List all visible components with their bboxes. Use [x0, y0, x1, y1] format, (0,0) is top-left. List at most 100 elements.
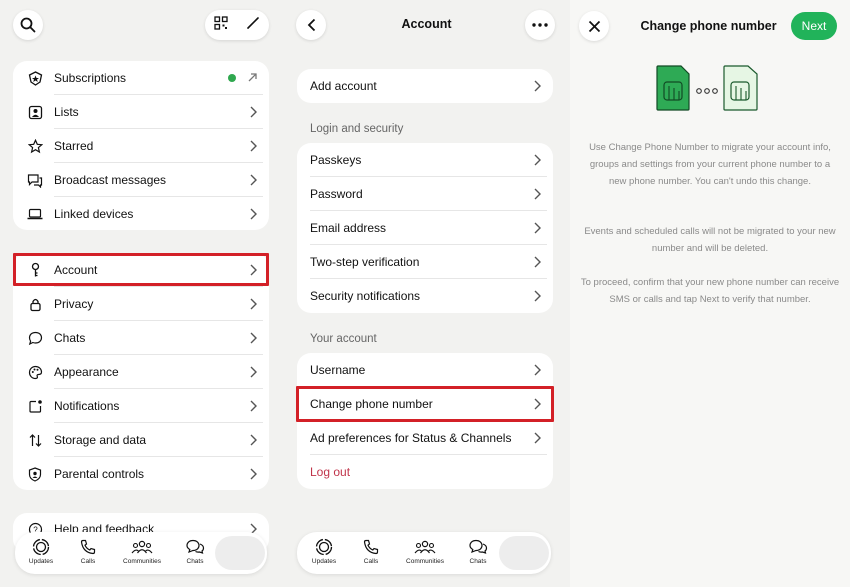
- chevron-right-icon: [250, 434, 257, 446]
- tab-chats[interactable]: Chats: [172, 538, 218, 565]
- pencil-icon: [247, 16, 259, 29]
- arrow-up-right-icon: [248, 73, 257, 82]
- tab-bar: Updates Calls Communities Chats: [297, 532, 551, 574]
- subscriptions-icon: [27, 70, 43, 86]
- instruction-paragraph: To proceed, confirm that your new phone …: [580, 277, 840, 305]
- account-item-password[interactable]: Password: [297, 177, 553, 211]
- updates-icon: [18, 538, 64, 556]
- highlight-box: [296, 386, 554, 422]
- chevron-right-icon: [534, 432, 541, 444]
- settings-item-notifications[interactable]: Notifications: [13, 389, 269, 423]
- settings-item-starred[interactable]: Starred: [13, 129, 269, 163]
- settings-item-label: Broadcast messages: [54, 173, 167, 187]
- tab-chats[interactable]: Chats: [455, 538, 501, 565]
- change-number-panel: Change phone number Next Use Change Phon…: [570, 0, 850, 587]
- tab-updates[interactable]: Updates: [301, 538, 347, 565]
- settings-item-chats[interactable]: Chats: [13, 321, 269, 355]
- tab-updates[interactable]: Updates: [18, 538, 64, 565]
- tab-label: Communities: [406, 558, 444, 565]
- header-actions: [205, 10, 269, 40]
- settings-item-label: Lists: [54, 105, 79, 119]
- chevron-right-icon: [250, 140, 257, 152]
- settings-item-storage[interactable]: Storage and data: [13, 423, 269, 457]
- add-account-item[interactable]: Add account: [297, 69, 553, 103]
- settings-item-label: Privacy: [54, 297, 94, 311]
- chevron-right-icon: [250, 298, 257, 310]
- notifications-icon: [27, 398, 43, 414]
- chevron-right-icon: [534, 222, 541, 234]
- account-item-label: Username: [310, 363, 366, 377]
- tab-communities[interactable]: Communities: [118, 538, 166, 565]
- search-icon: [20, 17, 36, 33]
- logout-item[interactable]: Log out: [297, 455, 553, 489]
- chevron-right-icon: [250, 332, 257, 344]
- account-item-label: Password: [310, 187, 363, 201]
- settings-item-privacy[interactable]: Privacy: [13, 287, 269, 321]
- settings-item-label: Linked devices: [54, 207, 134, 221]
- settings-card-main: Account Privacy Chats Appearance Notific…: [13, 253, 269, 490]
- settings-item-broadcast[interactable]: Broadcast messages: [13, 163, 269, 197]
- chat-bubble-icon: [27, 330, 43, 346]
- qr-code-icon: [214, 15, 228, 30]
- communities-icon: [118, 538, 166, 556]
- updates-icon: [301, 538, 347, 556]
- settings-item-label: Starred: [54, 139, 94, 153]
- new-sim-icon: [723, 65, 758, 111]
- account-item-label: Ad preferences for Status & Channels: [310, 431, 512, 445]
- tab-label: Calls: [80, 558, 96, 565]
- tab-label: Calls: [363, 558, 379, 565]
- tab-communities[interactable]: Communities: [401, 538, 449, 565]
- settings-item-linked-devices[interactable]: Linked devices: [13, 197, 269, 230]
- chevron-right-icon: [534, 256, 541, 268]
- settings-item-subscriptions[interactable]: Subscriptions: [13, 61, 269, 95]
- star-icon: [27, 138, 43, 154]
- tab-calls[interactable]: Calls: [65, 538, 111, 565]
- login-security-card: Passkeys Password Email address Two-step…: [297, 143, 553, 313]
- settings-tab-active[interactable]: [215, 536, 265, 570]
- account-panel: Account Add account Login and security P…: [283, 0, 570, 587]
- tab-calls[interactable]: Calls: [348, 538, 394, 565]
- chevron-right-icon: [250, 366, 257, 378]
- status-dot: [228, 74, 236, 82]
- laptop-icon: [27, 206, 43, 222]
- chats-icon: [172, 538, 218, 556]
- settings-item-label: Chats: [54, 331, 86, 345]
- more-options-button[interactable]: [525, 10, 555, 40]
- chevron-right-icon: [250, 174, 257, 186]
- settings-tab-active[interactable]: [499, 536, 549, 570]
- settings-item-label: Storage and data: [54, 433, 147, 447]
- close-icon: [588, 20, 600, 32]
- settings-card-features: Subscriptions Lists Starred Broadcast me…: [13, 61, 269, 230]
- section-header-your-account: Your account: [310, 333, 377, 345]
- more-dots-icon: [532, 23, 548, 27]
- palette-icon: [27, 364, 43, 380]
- account-item-security-notifications[interactable]: Security notifications: [297, 279, 553, 313]
- chevron-right-icon: [250, 208, 257, 220]
- account-item-label: Two-step verification: [310, 255, 420, 269]
- tab-label: Chats: [186, 558, 204, 565]
- communities-icon: [401, 538, 449, 556]
- highlight-box: [13, 253, 269, 286]
- search-button[interactable]: [13, 10, 43, 40]
- settings-item-lists[interactable]: Lists: [13, 95, 269, 129]
- qr-code-button[interactable]: [214, 15, 228, 35]
- next-button[interactable]: Next: [791, 12, 837, 40]
- sim-swap-illustration: [656, 65, 758, 111]
- old-sim-icon: [656, 65, 690, 111]
- account-item-two-step[interactable]: Two-step verification: [297, 245, 553, 279]
- tab-label: Chats: [469, 558, 487, 565]
- edit-button[interactable]: [246, 16, 260, 35]
- settings-item-appearance[interactable]: Appearance: [13, 355, 269, 389]
- chevron-right-icon: [250, 400, 257, 412]
- account-item-username[interactable]: Username: [297, 353, 553, 387]
- section-header-login: Login and security: [310, 123, 404, 135]
- settings-item-parental-controls[interactable]: Parental controls: [13, 457, 269, 490]
- tab-label: Updates: [28, 558, 54, 565]
- settings-item-label: Parental controls: [54, 467, 145, 481]
- close-button[interactable]: [579, 11, 609, 41]
- account-item-email[interactable]: Email address: [297, 211, 553, 245]
- lock-icon: [27, 296, 43, 312]
- account-item-passkeys[interactable]: Passkeys: [297, 143, 553, 177]
- chevron-right-icon: [534, 188, 541, 200]
- account-item-ad-preferences[interactable]: Ad preferences for Status & Channels: [297, 421, 553, 455]
